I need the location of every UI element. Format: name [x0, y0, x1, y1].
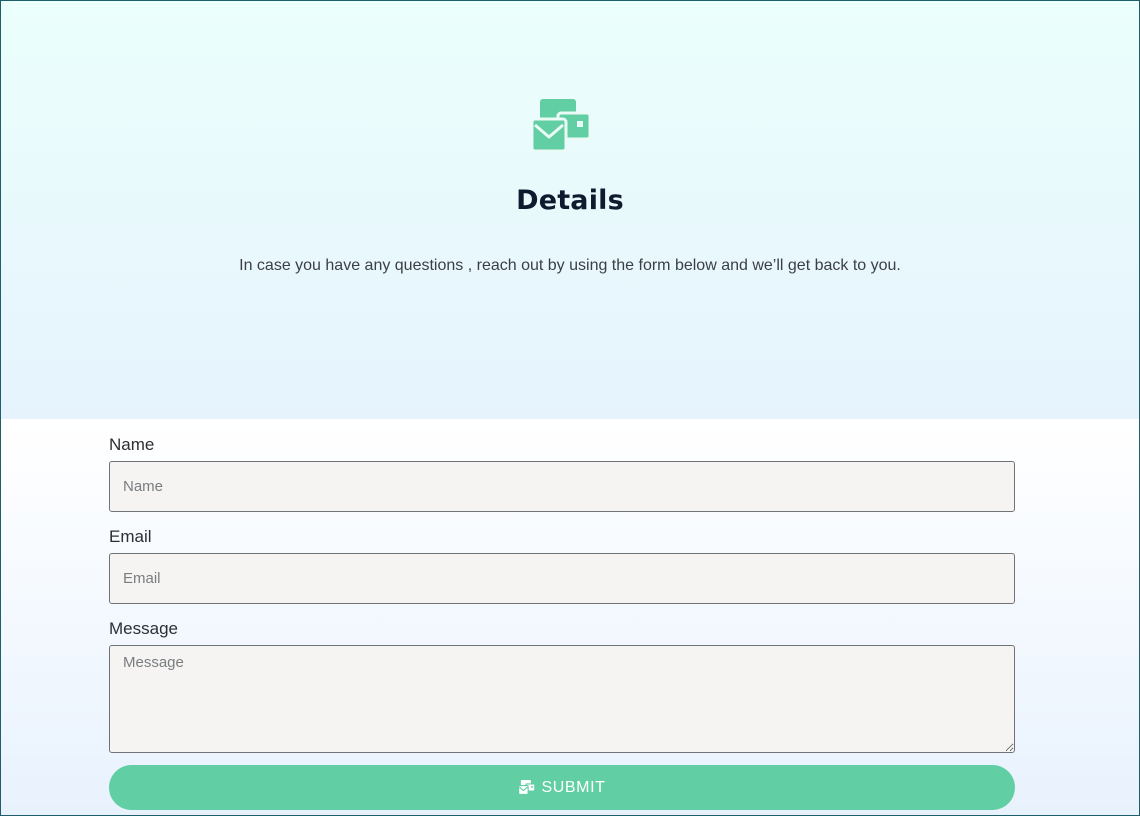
page-subtitle: In case you have any questions , reach o…: [239, 257, 901, 274]
hero-section: Details In case you have any questions ,…: [1, 1, 1139, 419]
envelope-card-icon: [518, 780, 536, 795]
email-label: Email: [109, 527, 152, 546]
submit-label: SUBMIT: [541, 778, 606, 796]
name-label: Name: [109, 435, 155, 454]
submit-button[interactable]: SUBMIT: [109, 765, 1015, 810]
contact-page: Details In case you have any questions ,…: [0, 0, 1140, 816]
message-label: Message: [109, 619, 178, 638]
page-title: Details: [516, 185, 624, 216]
name-input[interactable]: [109, 461, 1015, 512]
email-input[interactable]: [109, 553, 1015, 604]
envelope-card-icon: [532, 99, 592, 153]
message-textarea[interactable]: [109, 645, 1015, 753]
